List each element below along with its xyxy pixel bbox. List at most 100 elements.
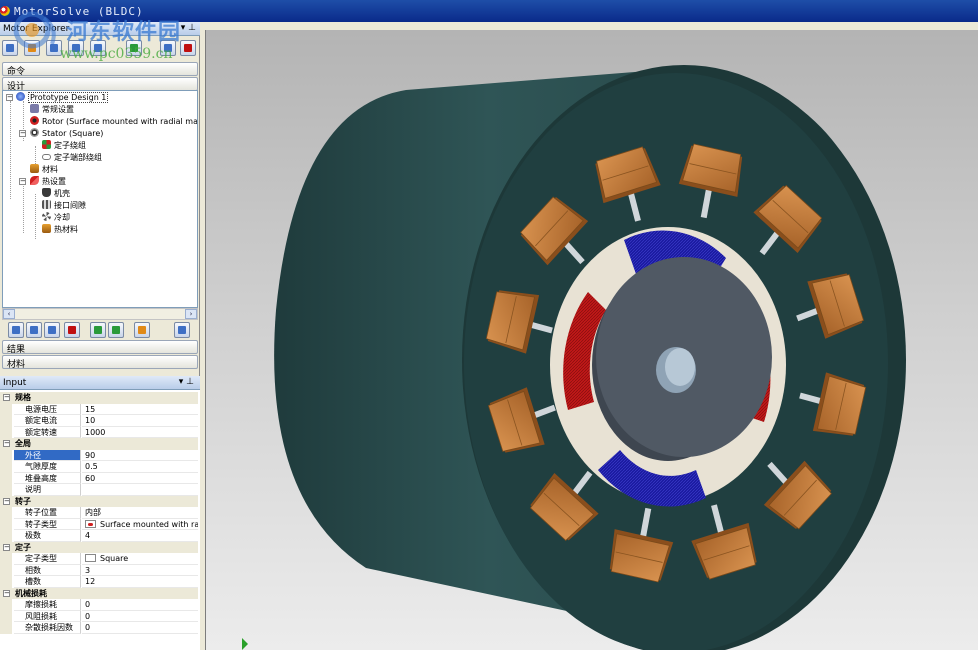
- rotor-type-icon: [85, 519, 96, 528]
- end-winding-icon: [42, 154, 51, 160]
- property-row[interactable]: 外径 90: [0, 449, 198, 461]
- property-value[interactable]: 0.5: [82, 461, 198, 473]
- section-design[interactable]: 设计: [2, 77, 198, 92]
- property-category[interactable]: − 全局: [0, 438, 198, 450]
- property-row[interactable]: 转子位置 内部: [0, 507, 198, 519]
- property-row[interactable]: 电源电压 15: [0, 403, 198, 415]
- category-collapse-toggle[interactable]: −: [3, 440, 10, 447]
- undo-button[interactable]: [68, 40, 84, 56]
- thermal-materials-icon: [42, 224, 51, 233]
- property-value[interactable]: 0: [82, 622, 198, 634]
- category-collapse-toggle[interactable]: −: [3, 589, 10, 597]
- tree-item-rotor[interactable]: Rotor (Surface mounted with radial magne…: [30, 116, 197, 128]
- scroll-left-arrow-icon[interactable]: ‹: [3, 309, 15, 319]
- property-category[interactable]: − 转子: [0, 495, 198, 507]
- property-value[interactable]: 0: [82, 599, 198, 611]
- row-gutter: [0, 599, 12, 611]
- lock-button[interactable]: [134, 322, 150, 338]
- tree-item-housing[interactable]: 机壳: [42, 188, 70, 200]
- property-category[interactable]: − 机械损耗: [0, 587, 198, 599]
- tree-item-interface-gap[interactable]: 接口间隙: [42, 200, 86, 212]
- property-value[interactable]: 内部: [82, 507, 198, 519]
- section-commands[interactable]: 命令: [2, 62, 198, 77]
- section-results[interactable]: 结果: [2, 340, 198, 355]
- axis-triad-icon: [242, 638, 248, 650]
- redo-button[interactable]: [90, 40, 106, 56]
- export-tree-button[interactable]: [108, 322, 124, 338]
- category-collapse-toggle[interactable]: −: [3, 497, 10, 505]
- property-value[interactable]: 60: [82, 473, 198, 484]
- property-value[interactable]: 15: [82, 404, 198, 415]
- row-gutter: [0, 449, 12, 461]
- tree-collapse-toggle[interactable]: −: [19, 130, 26, 137]
- property-row[interactable]: 转子类型 Surface mounted with ra...: [0, 518, 198, 530]
- property-row[interactable]: 说明: [0, 484, 198, 496]
- property-key: 定子类型: [14, 553, 81, 565]
- tree-item-end-winding[interactable]: 定子端部绕组: [42, 152, 102, 164]
- panel-pin-icon[interactable]: ▾ ⊥: [181, 23, 196, 33]
- property-value[interactable]: 10: [82, 415, 198, 427]
- property-row[interactable]: 槽数 12: [0, 576, 198, 588]
- tree-item-prototype-design[interactable]: Prototype Design 1: [16, 92, 109, 104]
- property-row[interactable]: 风阻损耗 0: [0, 610, 198, 622]
- property-key: 摩擦损耗: [14, 599, 81, 611]
- tree-collapse-toggle[interactable]: −: [19, 178, 26, 185]
- property-row[interactable]: 相数 3: [0, 564, 198, 576]
- new-design-button[interactable]: [2, 40, 18, 56]
- tree-item-thermal-settings[interactable]: 热设置: [30, 176, 66, 188]
- property-value[interactable]: 3: [82, 565, 198, 576]
- property-value[interactable]: 1000: [82, 427, 198, 438]
- category-collapse-toggle[interactable]: −: [3, 543, 10, 551]
- open-design-button[interactable]: [24, 40, 40, 56]
- property-value[interactable]: [82, 484, 198, 496]
- property-value-text: 10: [85, 416, 96, 425]
- section-materials[interactable]: 材料: [2, 355, 198, 370]
- property-row[interactable]: 气隙厚度 0.5: [0, 461, 198, 473]
- category-collapse-toggle[interactable]: −: [3, 394, 10, 401]
- category-label: 定子: [15, 542, 31, 552]
- property-value[interactable]: Surface mounted with ra...: [82, 519, 198, 530]
- add-item-button[interactable]: [8, 322, 24, 338]
- tree-item-stator-winding[interactable]: 定子绕组: [42, 140, 86, 152]
- property-row[interactable]: 极数 4: [0, 530, 198, 542]
- property-key: 气隙厚度: [14, 461, 81, 473]
- property-value[interactable]: 4: [82, 530, 198, 542]
- property-value[interactable]: Square: [82, 553, 198, 565]
- tree-horizontal-scrollbar[interactable]: ‹ ›: [2, 308, 198, 320]
- property-value[interactable]: 0: [82, 611, 198, 622]
- property-row[interactable]: 摩擦损耗 0: [0, 599, 198, 611]
- save-design-button[interactable]: [46, 40, 62, 56]
- compare-button[interactable]: [44, 322, 60, 338]
- motor-3d-model[interactable]: [206, 30, 978, 650]
- duplicate-button[interactable]: [26, 322, 42, 338]
- row-gutter: [0, 403, 12, 415]
- property-value[interactable]: 90: [82, 450, 198, 461]
- delete-button[interactable]: [64, 322, 80, 338]
- property-row[interactable]: 额定转速 1000: [0, 426, 198, 438]
- property-row[interactable]: 定子类型 Square: [0, 553, 198, 565]
- property-row[interactable]: 额定电流 10: [0, 415, 198, 427]
- tree-item-label: Prototype Design 1: [28, 92, 109, 103]
- tree-item-materials[interactable]: 材料: [30, 164, 58, 176]
- motor-3d-viewport[interactable]: [205, 30, 978, 650]
- import-button[interactable]: [90, 322, 106, 338]
- row-gutter: [0, 415, 12, 427]
- close-icon[interactable]: [180, 40, 196, 56]
- property-value[interactable]: 12: [82, 576, 198, 588]
- sort-button[interactable]: [174, 322, 190, 338]
- tree-item-stator[interactable]: Stator (Square): [30, 128, 103, 140]
- tree-item-cooling[interactable]: 冷却: [42, 212, 70, 224]
- property-category[interactable]: − 规格: [0, 392, 198, 404]
- help-button[interactable]: [160, 40, 176, 56]
- tree-item-thermal-materials[interactable]: 热材料: [42, 224, 78, 236]
- panel-pin-icon[interactable]: ▾ ⊥: [179, 377, 194, 387]
- viewport-toolbar-strip: [200, 22, 978, 30]
- property-category[interactable]: − 定子: [0, 541, 198, 553]
- tree-collapse-toggle[interactable]: −: [6, 94, 13, 101]
- scroll-right-arrow-icon[interactable]: ›: [185, 309, 197, 319]
- property-row[interactable]: 杂散损耗因数 0: [0, 622, 198, 634]
- tree-item-general-settings[interactable]: 常规设置: [30, 104, 74, 116]
- property-row[interactable]: 堆叠高度 60: [0, 472, 198, 484]
- export-button[interactable]: [126, 40, 142, 56]
- shaft: [665, 348, 695, 386]
